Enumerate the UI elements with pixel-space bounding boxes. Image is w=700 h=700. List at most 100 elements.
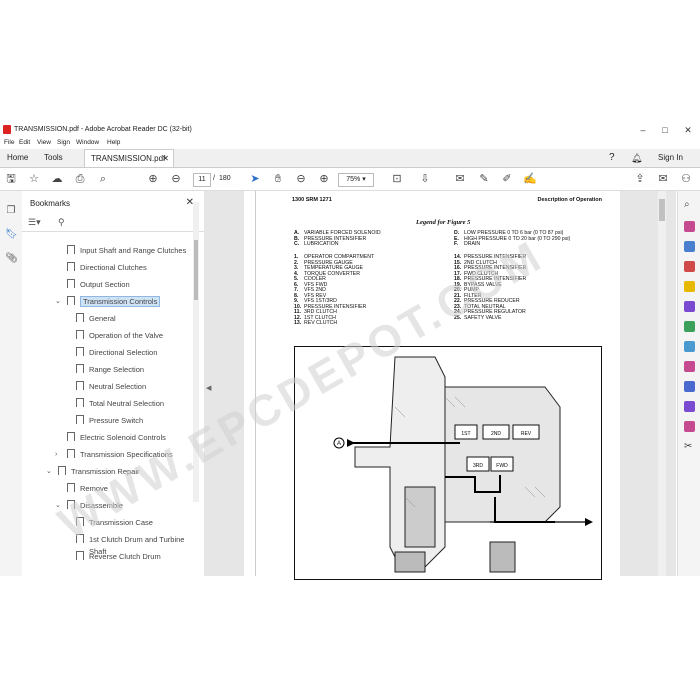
callout-a-label: A xyxy=(337,441,341,447)
organize-pages-icon[interactable] xyxy=(684,301,695,312)
zoom-level-select[interactable]: 75% ▾ xyxy=(338,173,374,187)
bookmark-item[interactable]: ⌄ Transmission Controls xyxy=(55,296,161,310)
bookmark-item[interactable]: Input Shaft and Range Clutches xyxy=(67,245,190,259)
page-number-input[interactable]: 11 xyxy=(193,173,211,187)
bookmark-item[interactable]: ⌄ Disassemble xyxy=(55,500,123,514)
bookmark-item[interactable]: Directional Selection xyxy=(76,347,157,361)
bookmark-item[interactable]: General xyxy=(76,313,116,327)
combine-files-icon[interactable] xyxy=(684,241,695,252)
hand-tool-icon[interactable]: ✋︎ xyxy=(271,172,285,186)
print-icon[interactable]: ⎙ xyxy=(73,172,87,186)
bookmark-item[interactable]: Output Section xyxy=(67,279,130,293)
page-thumbnails-icon[interactable]: ❐ xyxy=(5,205,17,217)
close-tab-icon[interactable]: ✕ xyxy=(162,150,169,168)
menu-help[interactable]: Help xyxy=(107,139,120,146)
chevron-down-icon[interactable]: ⌄ xyxy=(55,296,61,308)
bookmark-item[interactable]: Transmission Case xyxy=(76,517,153,531)
tab-tools[interactable]: Tools xyxy=(44,149,63,167)
chevron-right-icon[interactable]: › xyxy=(55,449,57,461)
bookmarks-icon[interactable]: 🔖︎ xyxy=(5,229,18,241)
comment-icon[interactable]: ✉ xyxy=(453,172,467,186)
bookmark-item[interactable]: Total Neutral Selection xyxy=(76,398,164,412)
bookmark-options-icon[interactable]: ☰▾ xyxy=(28,217,41,228)
panel-divider xyxy=(22,231,204,232)
share-icon[interactable]: ⇪ xyxy=(633,172,647,186)
find-bookmark-icon[interactable]: ⚲ xyxy=(58,217,65,228)
collapse-pane-arrow[interactable]: ◀ xyxy=(206,384,211,392)
request-signature-icon[interactable] xyxy=(684,401,695,412)
chevron-down-icon[interactable]: ⌄ xyxy=(46,466,52,478)
bookmark-item[interactable]: 1st Clutch Drum and Turbine Shaft xyxy=(76,534,199,556)
menu-window[interactable]: Window xyxy=(76,139,99,146)
bookmarks-scrollbar[interactable] xyxy=(193,202,199,502)
menu-bar: File Edit View Sign Window Help xyxy=(0,138,700,149)
bookmark-item[interactable]: Electric Solenoid Controls xyxy=(67,432,166,446)
zoom-in-icon[interactable]: ⊕ xyxy=(317,172,331,186)
bookmark-item[interactable]: Neutral Selection xyxy=(76,381,146,395)
menu-edit[interactable]: Edit xyxy=(19,139,30,146)
next-page-icon[interactable]: ⊖ xyxy=(169,172,183,186)
bookmark-item[interactable]: Operation of the Valve xyxy=(76,330,163,344)
document-scroll-thumb[interactable] xyxy=(659,199,665,221)
sign-in-link[interactable]: Sign In xyxy=(658,149,683,167)
bookmarks-scroll-thumb[interactable] xyxy=(194,240,198,300)
edit-pdf-icon[interactable] xyxy=(684,361,695,372)
transmission-figure: 1ST 2ND REV 3RD FWD A xyxy=(294,346,602,580)
bookmark-item[interactable]: › Transmission Specifications xyxy=(55,449,190,463)
legend-key: 13. xyxy=(294,320,302,326)
edit-text-icon[interactable]: ✐ xyxy=(500,172,514,186)
add-user-icon[interactable]: ⚇ xyxy=(679,172,693,186)
prepare-form-icon[interactable] xyxy=(684,421,695,432)
tab-home[interactable]: Home xyxy=(7,149,28,167)
legend-letters-left: A. VARIABLE FORCED SOLENOID B. PRESSURE INT… xyxy=(294,230,381,248)
create-pdf-icon[interactable] xyxy=(684,221,695,232)
legend-key: 25. xyxy=(454,314,462,321)
email-icon[interactable]: ✉ xyxy=(656,172,670,186)
save-icon[interactable]: 🖫 xyxy=(4,172,18,186)
help-icon[interactable]: ? xyxy=(609,149,615,167)
scan-ocr-icon[interactable] xyxy=(684,341,695,352)
bookmark-item[interactable]: Range Selection xyxy=(76,364,144,378)
attachments-icon[interactable]: 📎︎ xyxy=(5,253,18,265)
bookmark-icon xyxy=(58,466,66,475)
upload-cloud-icon[interactable]: ☁ xyxy=(50,172,64,186)
highlight-pen-icon[interactable]: ✎ xyxy=(477,172,491,186)
legend-entry: 25. SAFETY VALVE xyxy=(454,314,526,322)
bookmarks-header: Bookmarks xyxy=(30,199,71,208)
fit-page-icon[interactable]: ⊡ xyxy=(390,172,404,186)
find-icon[interactable]: ⌕ xyxy=(96,172,110,186)
notifications-icon[interactable]: 🔔︎ xyxy=(631,149,642,167)
sign-icon[interactable]: ✍ xyxy=(523,172,537,186)
bookmark-icon xyxy=(76,415,84,424)
document-scrollbar[interactable] xyxy=(658,191,666,576)
bookmark-label: Total Neutral Selection xyxy=(89,399,165,408)
close-window-button[interactable]: ✕ xyxy=(678,124,698,136)
output-arrow xyxy=(585,518,593,526)
pump-body xyxy=(404,486,436,548)
menu-sign[interactable]: Sign xyxy=(57,139,70,146)
search-tools-icon[interactable]: ⌕ xyxy=(684,199,695,210)
bookmark-item[interactable]: Pressure Switch xyxy=(76,415,143,429)
bookmark-item[interactable]: Directional Clutches xyxy=(67,262,147,276)
menu-file[interactable]: File xyxy=(4,139,14,146)
minimize-button[interactable]: – xyxy=(633,124,653,136)
tab-document[interactable]: TRANSMISSION.pdf ✕ xyxy=(84,149,174,167)
export-pdf-icon[interactable] xyxy=(684,261,695,272)
bookmark-star-icon[interactable]: ☆ xyxy=(27,172,41,186)
comment-tool-icon[interactable] xyxy=(684,281,695,292)
menu-view[interactable]: View xyxy=(37,139,51,146)
maximize-button[interactable]: □ xyxy=(655,124,675,136)
zoom-out-icon[interactable]: ⊖ xyxy=(294,172,308,186)
title-bar: TRANSMISSION.pdf - Adobe Acrobat Reader … xyxy=(0,122,700,138)
scroll-mode-icon[interactable]: ⇩ xyxy=(418,172,432,186)
chevron-down-icon[interactable]: ⌄ xyxy=(55,500,61,512)
legend-entry: F. DRAIN xyxy=(454,241,570,248)
select-cursor-icon[interactable]: ➤ xyxy=(248,172,262,186)
bookmark-item[interactable]: ⌄ Transmission Repair xyxy=(46,466,140,480)
more-tools-icon[interactable]: ✂ xyxy=(684,441,695,452)
bookmark-item[interactable]: Reverse Clutch Drum xyxy=(76,551,161,565)
previous-page-icon[interactable]: ⊕ xyxy=(146,172,160,186)
bookmark-item[interactable]: Remove xyxy=(67,483,108,497)
protect-icon[interactable] xyxy=(684,381,695,392)
fill-sign-icon[interactable] xyxy=(684,321,695,332)
